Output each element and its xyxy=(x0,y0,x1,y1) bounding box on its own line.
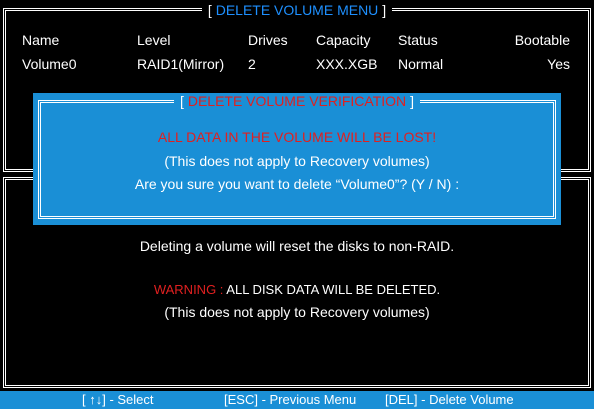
delete-verification-dialog[interactable]: [ DELETE VOLUME VERIFICATION ] ALL DATA … xyxy=(33,93,561,225)
header-drives: Drives xyxy=(248,32,288,48)
select-hint: [ ↑↓] - Select xyxy=(82,392,154,407)
cell-status: Normal xyxy=(398,56,444,72)
header-status: Status xyxy=(398,32,438,48)
dialog-title-close-bracket: ] xyxy=(410,93,414,109)
cell-bootable: Yes xyxy=(547,56,570,72)
cell-drives: 2 xyxy=(248,56,256,72)
header-name: Name xyxy=(22,32,60,48)
header-capacity: Capacity xyxy=(316,32,371,48)
warning-text: ALL DISK DATA WILL BE DELETED. xyxy=(223,282,441,297)
disk-warning: WARNING : ALL DISK DATA WILL BE DELETED. xyxy=(0,282,594,297)
confirm-delete-prompt[interactable]: Are you sure you want to delete “Volume0… xyxy=(33,176,561,192)
menu-title: [ DELETE VOLUME MENU ] xyxy=(0,2,594,18)
dialog-title: [ DELETE VOLUME VERIFICATION ] xyxy=(33,93,561,109)
table-row[interactable]: Volume0 RAID1(Mirror) 2 XXX.XGB Normal Y… xyxy=(0,56,594,74)
cell-name: Volume0 xyxy=(22,56,77,72)
header-bootable: Bootable xyxy=(514,32,570,48)
cell-capacity: XXX.XGB xyxy=(316,56,378,72)
dialog-title-open-bracket: [ xyxy=(180,93,184,109)
bios-screen: [ DELETE VOLUME MENU ] Name Level Drives… xyxy=(0,0,594,409)
menu-title-open-bracket: [ xyxy=(207,2,212,18)
recovery-note: (This does not apply to Recovery volumes… xyxy=(164,304,430,320)
menu-title-close-bracket: ] xyxy=(382,2,387,18)
warning-label: WARNING : xyxy=(153,282,224,297)
menu-title-text: DELETE VOLUME MENU xyxy=(215,2,379,18)
table-header-row: Name Level Drives Capacity Status Bootab… xyxy=(0,32,594,50)
data-loss-warning: ALL DATA IN THE VOLUME WILL BE LOST! xyxy=(157,129,437,145)
delete-volume-hint: [DEL] - Delete Volume xyxy=(385,392,514,407)
reset-notice: Deleting a volume will reset the disks t… xyxy=(139,238,455,254)
cell-level: RAID1(Mirror) xyxy=(137,56,225,72)
recovery-exemption-note: (This does not apply to Recovery volumes… xyxy=(164,153,430,169)
header-level: Level xyxy=(137,32,171,48)
key-hint-bar: [ ↑↓] - Select [ESC] - Previous Menu [DE… xyxy=(0,391,594,409)
previous-menu-hint: [ESC] - Previous Menu xyxy=(224,392,357,407)
dialog-title-text: DELETE VOLUME VERIFICATION xyxy=(187,93,407,109)
